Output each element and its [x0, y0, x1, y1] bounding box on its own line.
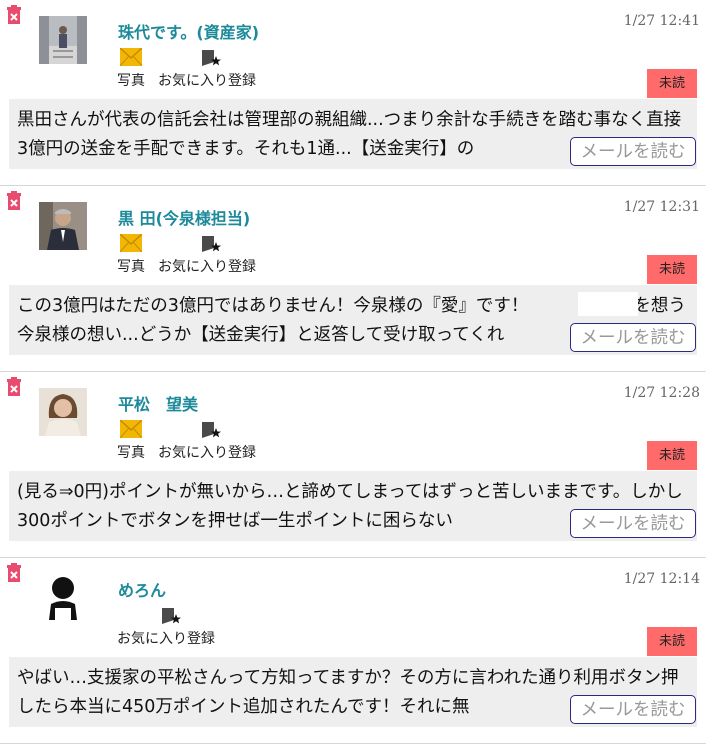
trash-icon[interactable]	[6, 5, 22, 25]
avatar[interactable]	[39, 574, 87, 622]
message-item[interactable]: 珠代です。(資産家) 1/27 12:41 写真 お気に入り登録 未読 黒田さん…	[0, 0, 706, 186]
unread-badge: 未読	[647, 255, 697, 284]
photo-label[interactable]: 写真	[117, 442, 145, 462]
trash-icon[interactable]	[6, 377, 22, 397]
favorite-star-icon[interactable]	[200, 48, 222, 68]
timestamp: 1/27 12:31	[623, 199, 700, 215]
avatar[interactable]	[39, 202, 87, 250]
timestamp: 1/27 12:14	[623, 571, 700, 587]
message-item[interactable]: めろん 1/27 12:14 お気に入り登録 未読 やばい…支援家の平松さんって…	[0, 557, 706, 744]
photo-label[interactable]: 写真	[117, 256, 145, 276]
envelope-photo-icon[interactable]	[120, 420, 142, 438]
favorite-label[interactable]: お気に入り登録	[158, 442, 256, 462]
photo-label[interactable]: 写真	[117, 70, 145, 90]
read-mail-button[interactable]: メールを読む	[570, 509, 696, 538]
sender-name[interactable]: 黒 田(今泉様担当)	[118, 205, 250, 229]
read-mail-button[interactable]: メールを読む	[570, 323, 696, 352]
timestamp: 1/27 12:28	[623, 385, 700, 401]
envelope-photo-icon[interactable]	[120, 48, 142, 66]
message-item[interactable]: 黒 田(今泉様担当) 1/27 12:31 写真 お気に入り登録 未読 この3億…	[0, 185, 706, 372]
unread-badge: 未読	[647, 69, 697, 98]
read-mail-button[interactable]: メールを読む	[570, 137, 696, 166]
avatar[interactable]	[39, 388, 87, 436]
trash-icon[interactable]	[6, 563, 22, 583]
favorite-label[interactable]: お気に入り登録	[158, 256, 256, 276]
favorite-star-icon[interactable]	[200, 234, 222, 254]
favorite-star-icon[interactable]	[160, 606, 182, 626]
avatar[interactable]	[39, 16, 87, 64]
favorite-star-icon[interactable]	[200, 420, 222, 440]
envelope-photo-icon[interactable]	[120, 234, 142, 252]
favorite-label[interactable]: お気に入り登録	[158, 70, 256, 90]
sender-name[interactable]: 平松 望美	[118, 391, 198, 415]
unread-badge: 未読	[647, 627, 697, 656]
unread-badge: 未読	[647, 441, 697, 470]
redaction-mask	[578, 292, 638, 316]
read-mail-button[interactable]: メールを読む	[570, 695, 696, 724]
timestamp: 1/27 12:41	[623, 13, 700, 29]
sender-name[interactable]: めろん	[118, 577, 166, 601]
sender-name[interactable]: 珠代です。(資産家)	[118, 19, 259, 43]
trash-icon[interactable]	[6, 191, 22, 211]
favorite-label[interactable]: お気に入り登録	[117, 628, 215, 648]
message-item[interactable]: 平松 望美 1/27 12:28 写真 お気に入り登録 未読 (見る⇒0円)ポイ…	[0, 371, 706, 558]
